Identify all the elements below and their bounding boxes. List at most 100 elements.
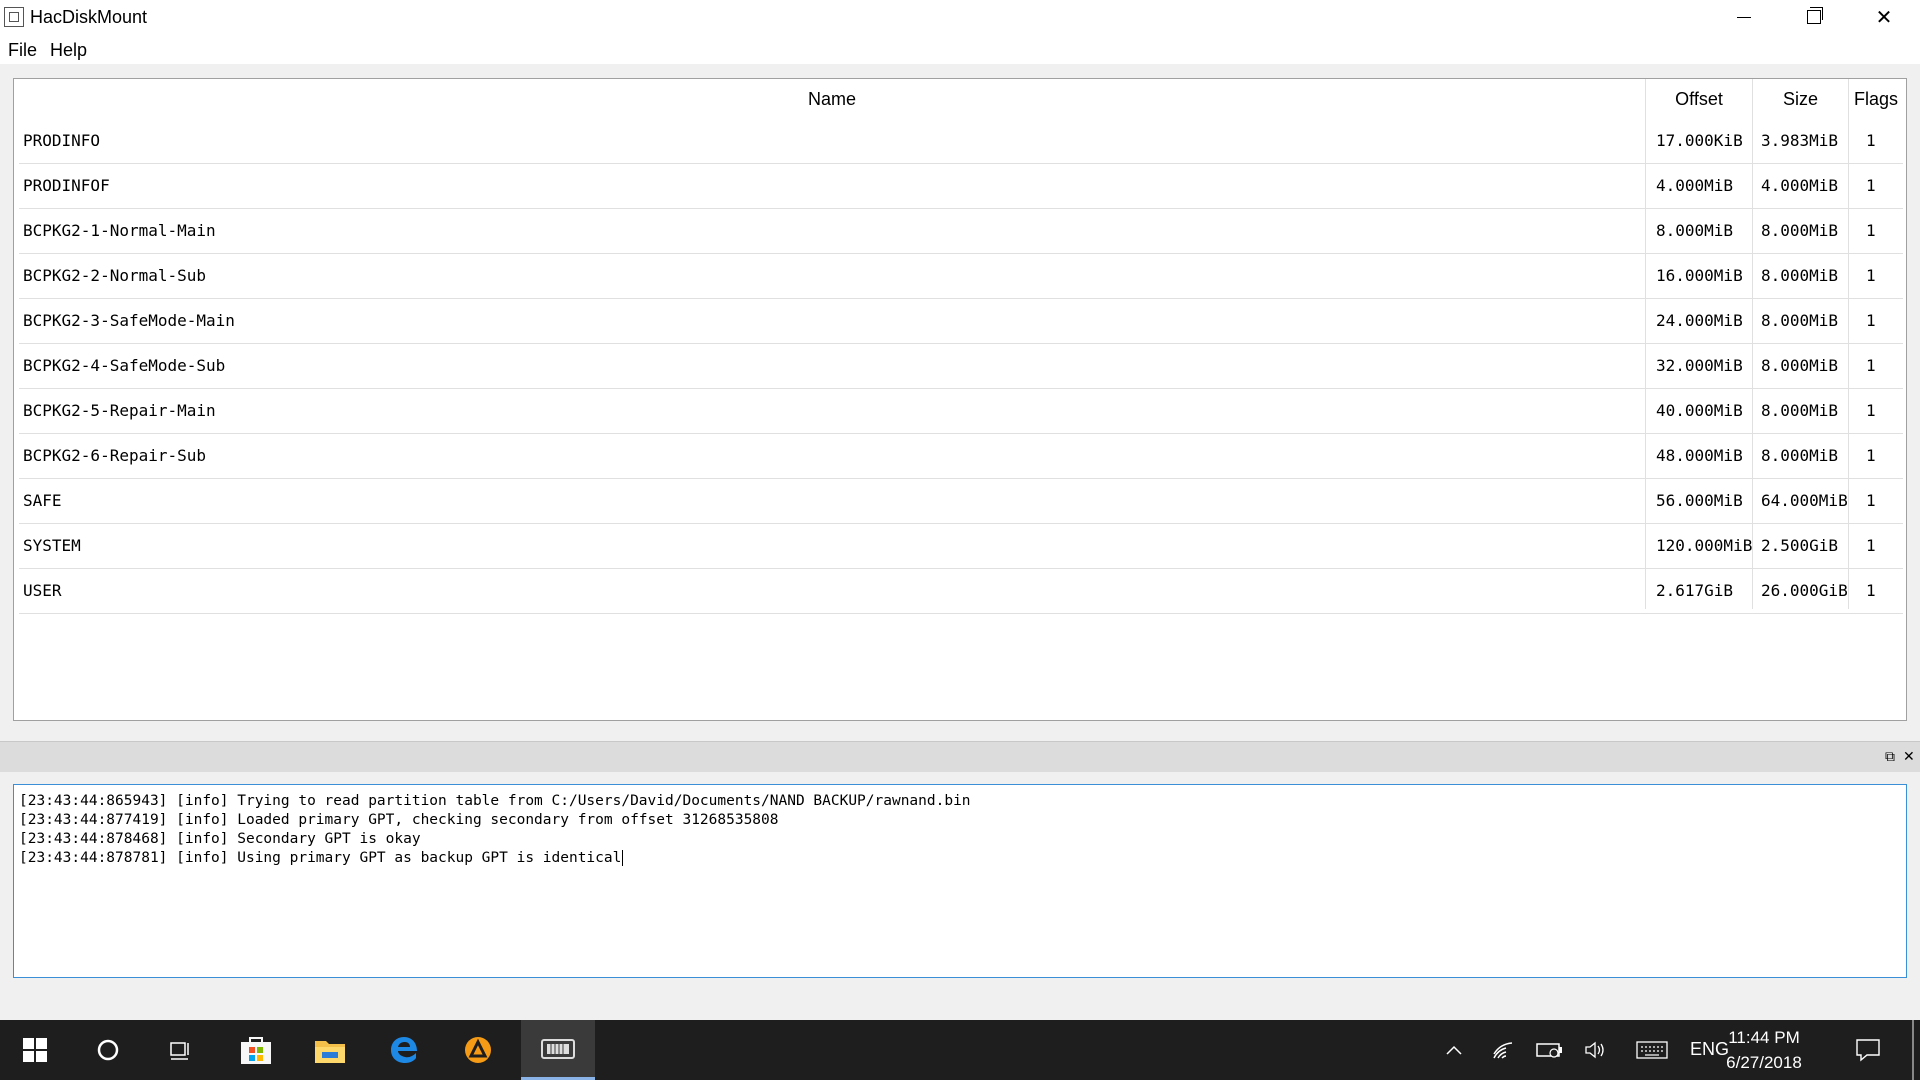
table-row[interactable]: SYSTEM 120.000MiB 2.500GiB 1 <box>19 524 1903 569</box>
log-line: [23:43:44:878468] [info] Secondary GPT i… <box>19 831 421 847</box>
chevron-up-icon <box>1446 1045 1462 1055</box>
column-header-offset[interactable]: Offset <box>1646 79 1752 119</box>
cortana-button[interactable] <box>72 1020 144 1080</box>
partition-name-cell: BCPKG2-5-Repair-Main <box>23 401 216 420</box>
flags-cell: 1 <box>1866 491 1876 510</box>
close-icon: ✕ <box>1875 6 1893 29</box>
clock[interactable]: 11:44 PM 6/27/2018 <box>1704 1025 1824 1075</box>
column-header-flags[interactable]: Flags <box>1849 79 1903 119</box>
size-cell: 8.000MiB <box>1761 446 1839 465</box>
flags-cell: 1 <box>1866 536 1876 555</box>
menu-bar: File Help <box>0 34 1920 64</box>
taskbar: ENG 11:44 PM 6/27/2018 <box>0 1020 1920 1080</box>
minimize-button[interactable] <box>1709 0 1779 34</box>
vlc-button[interactable] <box>442 1020 514 1080</box>
offset-cell: 40.000MiB <box>1656 401 1743 420</box>
partition-name-cell: BCPKG2-1-Normal-Main <box>23 221 216 240</box>
window-title: HacDiskMount <box>30 7 148 27</box>
size-cell: 8.000MiB <box>1761 401 1839 420</box>
log-output[interactable]: [23:43:44:865943] [info] Trying to read … <box>13 784 1907 978</box>
table-row[interactable]: BCPKG2-6-Repair-Sub 48.000MiB 8.000MiB 1 <box>19 434 1903 479</box>
menu-file[interactable]: File <box>8 40 37 61</box>
network-button[interactable] <box>1482 1020 1526 1080</box>
clock-date: 6/27/2018 <box>1726 1053 1802 1072</box>
size-cell: 4.000MiB <box>1761 176 1839 195</box>
partition-name-cell: BCPKG2-3-SafeMode-Main <box>23 311 235 330</box>
dock-float-icon[interactable]: ⧉ <box>1885 748 1895 765</box>
flags-cell: 1 <box>1866 266 1876 285</box>
size-cell: 8.000MiB <box>1761 311 1839 330</box>
size-cell: 8.000MiB <box>1761 221 1839 240</box>
start-button[interactable] <box>0 1020 70 1080</box>
hacdiskmount-icon <box>541 1038 575 1059</box>
size-cell: 8.000MiB <box>1761 356 1839 375</box>
volume-button[interactable] <box>1574 1020 1618 1080</box>
keyboard-icon <box>1636 1041 1668 1059</box>
flags-cell: 1 <box>1866 221 1876 240</box>
table-row[interactable]: SAFE 56.000MiB 64.000MiB 1 <box>19 479 1903 524</box>
edge-button[interactable] <box>368 1020 440 1080</box>
file-explorer-button[interactable] <box>294 1020 366 1080</box>
show-hidden-icons-button[interactable] <box>1432 1020 1476 1080</box>
table-row[interactable]: PRODINFOF 4.000MiB 4.000MiB 1 <box>19 164 1903 209</box>
flags-cell: 1 <box>1866 581 1876 600</box>
title-bar: HacDiskMount ✕ <box>0 0 1920 34</box>
column-header-name[interactable]: Name <box>19 79 1645 119</box>
partition-table[interactable]: Name Offset Size Flags PRODINFO 17.000KiB… <box>13 78 1907 721</box>
offset-cell: 48.000MiB <box>1656 446 1743 465</box>
table-body: PRODINFO 17.000KiB 3.983MiB 1 PRODINFOF 4.000… <box>19 119 1903 614</box>
battery-button[interactable] <box>1528 1020 1572 1080</box>
partition-name-cell: PRODINFOF <box>23 176 110 195</box>
show-desktop-button[interactable] <box>1912 1020 1914 1080</box>
minimize-icon <box>1737 16 1751 18</box>
partition-name-cell: BCPKG2-2-Normal-Sub <box>23 266 207 285</box>
offset-cell: 4.000MiB <box>1656 176 1734 195</box>
size-cell: 64.000MiB <box>1761 491 1848 510</box>
log-line: [23:43:44:878781] [info] Using primary G… <box>19 850 624 866</box>
size-cell: 3.983MiB <box>1761 131 1839 150</box>
store-button[interactable] <box>220 1020 292 1080</box>
table-row[interactable]: BCPKG2-3-SafeMode-Main 24.000MiB 8.000MiB 1 <box>19 299 1903 344</box>
flags-cell: 1 <box>1866 356 1876 375</box>
flags-cell: 1 <box>1866 176 1876 195</box>
size-cell: 8.000MiB <box>1761 266 1839 285</box>
partition-name-cell: SYSTEM <box>23 536 81 555</box>
table-row[interactable]: USER 2.617GiB 26.000GiB 1 <box>19 569 1903 614</box>
task-view-button[interactable] <box>146 1020 218 1080</box>
offset-cell: 24.000MiB <box>1656 311 1743 330</box>
table-header: Name Offset Size Flags <box>19 79 1903 119</box>
close-button[interactable]: ✕ <box>1849 0 1919 34</box>
touch-keyboard-button[interactable] <box>1626 1020 1678 1080</box>
flags-cell: 1 <box>1866 131 1876 150</box>
restore-icon <box>1807 7 1823 24</box>
column-header-size[interactable]: Size <box>1753 79 1848 119</box>
size-cell: 26.000GiB <box>1761 581 1848 600</box>
table-row[interactable]: BCPKG2-1-Normal-Main 8.000MiB 8.000MiB 1 <box>19 209 1903 254</box>
table-row[interactable]: BCPKG2-5-Repair-Main 40.000MiB 8.000MiB 1 <box>19 389 1903 434</box>
file-explorer-icon <box>315 1041 345 1063</box>
store-icon <box>241 1037 271 1064</box>
partition-name-cell: BCPKG2-6-Repair-Sub <box>23 446 207 465</box>
log-dock-titlebar: ⧉ ✕ <box>0 741 1920 772</box>
windows-icon <box>23 1038 47 1062</box>
offset-cell: 8.000MiB <box>1656 221 1734 240</box>
log-line: [23:43:44:865943] [info] Trying to read … <box>19 793 971 809</box>
offset-cell: 120.000MiB <box>1656 536 1753 555</box>
log-line: [23:43:44:877419] [info] Loaded primary … <box>19 812 779 828</box>
table-row[interactable]: BCPKG2-2-Normal-Sub 16.000MiB 8.000MiB 1 <box>19 254 1903 299</box>
partition-name-cell: PRODINFO <box>23 131 101 150</box>
table-row[interactable]: BCPKG2-4-SafeMode-Sub 32.000MiB 8.000MiB 1 <box>19 344 1903 389</box>
hacdiskmount-taskbar-button[interactable] <box>521 1020 595 1080</box>
menu-help[interactable]: Help <box>50 40 87 61</box>
task-view-icon <box>170 1042 189 1060</box>
wifi-icon <box>1493 1042 1513 1059</box>
action-center-button[interactable] <box>1842 1020 1894 1080</box>
restore-button[interactable] <box>1779 0 1849 34</box>
app-icon <box>4 7 24 27</box>
partition-name-cell: SAFE <box>23 491 62 510</box>
log-line-text: [23:43:44:878781] [info] Using primary G… <box>19 850 622 866</box>
dock-close-icon[interactable]: ✕ <box>1903 748 1915 765</box>
speaker-icon <box>1585 1041 1604 1059</box>
table-row[interactable]: PRODINFO 17.000KiB 3.983MiB 1 <box>19 119 1903 164</box>
offset-cell: 2.617GiB <box>1656 581 1734 600</box>
